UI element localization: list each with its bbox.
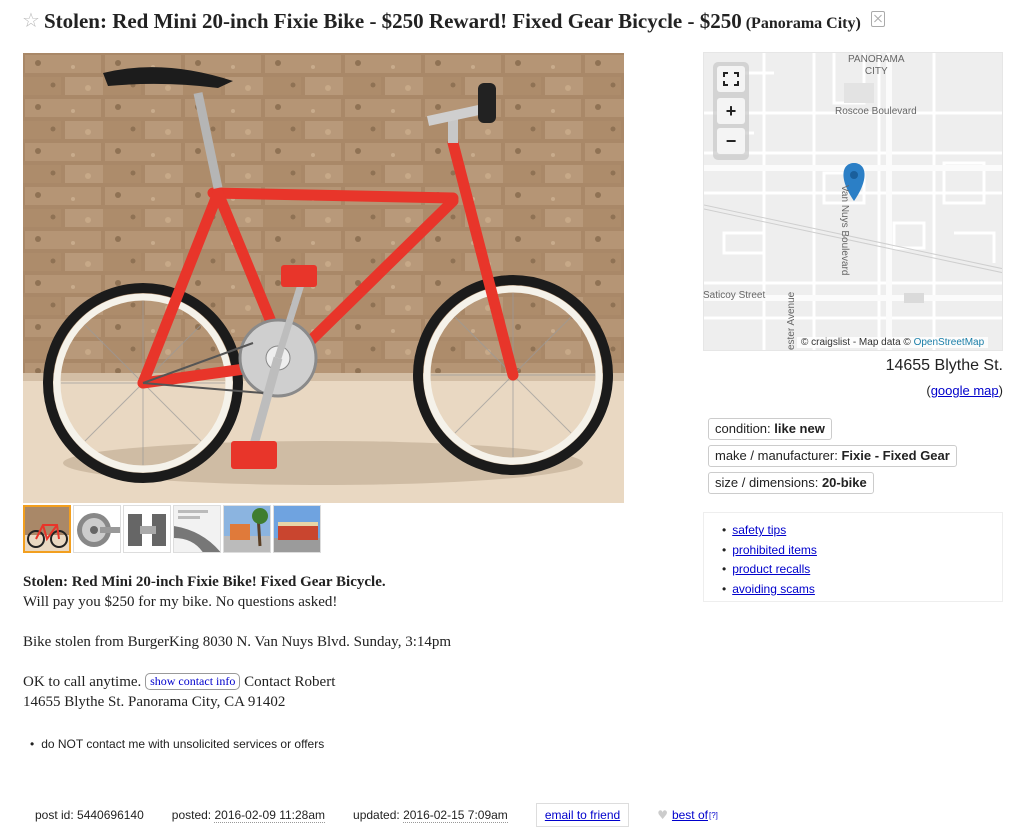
notices: do NOT contact me with unsolicited servi…: [30, 737, 324, 751]
updated-label: updated:: [353, 808, 404, 822]
avoiding-scams-link[interactable]: avoiding scams: [732, 582, 815, 596]
map-controls: + −: [713, 62, 749, 160]
hide-icon[interactable]: [870, 11, 885, 27]
zoom-in-button[interactable]: +: [717, 98, 745, 124]
posting-body: Stolen: Red Mini 20-inch Fixie Bike! Fix…: [23, 572, 623, 712]
thumbnail-3[interactable]: [123, 505, 171, 553]
map-label-saticoy: Saticoy Street: [703, 290, 766, 301]
body-headline: Stolen: Red Mini 20-inch Fixie Bike! Fix…: [23, 574, 386, 590]
attr-manufacturer: make / manufacturer: Fixie - Fixed Gear: [708, 445, 957, 467]
map-label-roscoe: Roscoe Boulevard: [835, 106, 917, 117]
google-map-link[interactable]: google map: [931, 383, 999, 398]
title-text: Stolen: Red Mini 20-inch Fixie Bike - $2…: [43, 9, 742, 33]
thumbnail-strip: [23, 505, 321, 553]
body-call-text: OK to call anytime.: [23, 674, 142, 690]
star-icon[interactable]: ☆: [22, 8, 40, 32]
body-address: 14655 Blythe St. Panorama City, CA 91402: [23, 694, 286, 710]
posted-date: posted: 2016-02-09 11:28am: [171, 808, 326, 823]
thumbnail-5[interactable]: [223, 505, 271, 553]
zoom-out-button[interactable]: −: [717, 128, 745, 154]
best-of-link[interactable]: best of: [672, 808, 708, 822]
posted-label: posted:: [171, 808, 215, 822]
prohibited-items-link[interactable]: prohibited items: [732, 543, 817, 557]
thumbnail-1[interactable]: [23, 505, 71, 553]
map-label-van-nuys: Van Nuys Boulevard: [839, 185, 850, 276]
openstreetmap-link[interactable]: OpenStreetMap: [914, 337, 985, 348]
post-id-value: 5440696140: [77, 808, 144, 822]
product-recalls-link[interactable]: product recalls: [732, 562, 810, 576]
body-line: Bike stolen from BurgerKing 8030 N. Van …: [23, 634, 452, 650]
map-label-sepulveda: ester Avenue: [786, 291, 797, 350]
thumbnail-4[interactable]: [173, 505, 221, 553]
posted-value: 2016-02-09 11:28am: [214, 808, 326, 823]
post-id: post id: 5440696140: [35, 808, 144, 822]
post-id-label: post id:: [35, 808, 78, 822]
posting-title: ☆ Stolen: Red Mini 20-inch Fixie Bike - $…: [22, 8, 885, 34]
show-contact-info-button[interactable]: show contact info: [145, 673, 241, 690]
fullscreen-icon[interactable]: [717, 66, 745, 92]
posting-footer: post id: 5440696140 posted: 2016-02-09 1…: [35, 803, 718, 827]
attribute-group: condition: like new make / manufacturer:…: [708, 418, 957, 499]
contact-name: Contact Robert: [244, 674, 336, 690]
thumbnail-2[interactable]: [73, 505, 121, 553]
map-label-area: PANORAMA CITY: [848, 54, 905, 77]
attribution-text: © craigslist - Map data ©: [801, 337, 911, 348]
attr-size: size / dimensions: 20-bike: [708, 472, 874, 494]
title-location: (Panorama City): [745, 15, 861, 32]
map-address: 14655 Blythe St.: [885, 357, 1003, 374]
thumbnail-6[interactable]: [273, 505, 321, 553]
notice-item: do NOT contact me with unsolicited servi…: [30, 737, 324, 751]
heart-icon[interactable]: ♥: [657, 808, 668, 822]
google-map-line: (google map): [926, 383, 1003, 398]
updated-value: 2016-02-15 7:09am: [403, 808, 508, 823]
help-icon[interactable]: [?]: [709, 811, 718, 820]
updated-date: updated: 2016-02-15 7:09am: [353, 808, 508, 823]
map-attribution: © craigslist - Map data © OpenStreetMap: [797, 337, 989, 348]
attr-condition: condition: like new: [708, 418, 832, 440]
email-to-friend-button[interactable]: email to friend: [535, 803, 630, 827]
main-photo[interactable]: [23, 53, 624, 503]
body-line: Will pay you $250 for my bike. No questi…: [23, 594, 338, 610]
safety-links-box: safety tips prohibited items product rec…: [703, 512, 1003, 602]
safety-tips-link[interactable]: safety tips: [732, 523, 786, 537]
